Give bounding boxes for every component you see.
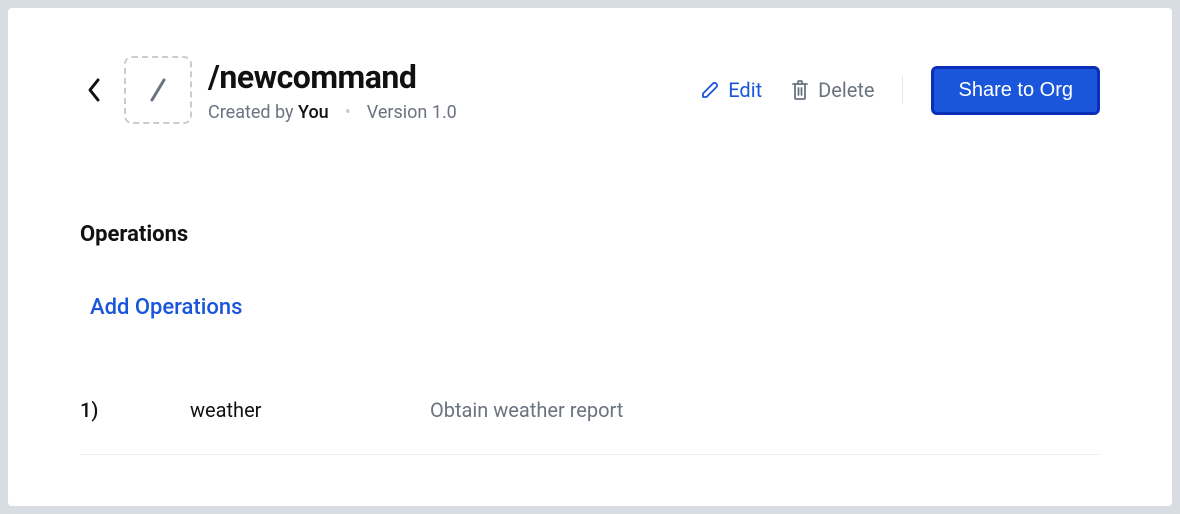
command-detail-page: /newcommand Created by You • Version 1.0… [8, 8, 1172, 506]
back-button[interactable] [80, 76, 108, 104]
created-by: Created by You [208, 102, 329, 123]
operation-name: weather [190, 398, 430, 422]
action-separator [902, 76, 903, 104]
pencil-icon [700, 80, 720, 100]
header-row: /newcommand Created by You • Version 1.0… [80, 56, 1100, 124]
subtitle-row: Created by You • Version 1.0 [208, 102, 457, 123]
operation-row[interactable]: 1) weather Obtain weather report [80, 398, 1100, 455]
edit-button[interactable]: Edit [700, 78, 762, 102]
created-author: You [298, 102, 329, 123]
operation-description: Obtain weather report [430, 398, 623, 422]
version-label: Version 1.0 [367, 102, 457, 123]
operations-section-title: Operations [80, 222, 1100, 247]
trash-icon [790, 79, 810, 101]
header-actions: Edit Delete Share to Org [700, 66, 1100, 115]
page-title: /newcommand [208, 58, 457, 96]
edit-label: Edit [728, 78, 762, 102]
operation-index: 1) [80, 398, 190, 422]
chevron-left-icon [86, 77, 102, 103]
add-operations-button[interactable]: Add Operations [90, 295, 242, 320]
slash-icon [141, 73, 175, 107]
delete-button[interactable]: Delete [790, 78, 874, 102]
subtitle-separator: • [345, 102, 351, 123]
share-to-org-button[interactable]: Share to Org [931, 66, 1100, 115]
title-block: /newcommand Created by You • Version 1.0 [208, 58, 457, 123]
delete-label: Delete [818, 78, 874, 102]
command-icon-placeholder[interactable] [124, 56, 192, 124]
created-prefix: Created by [208, 102, 298, 123]
